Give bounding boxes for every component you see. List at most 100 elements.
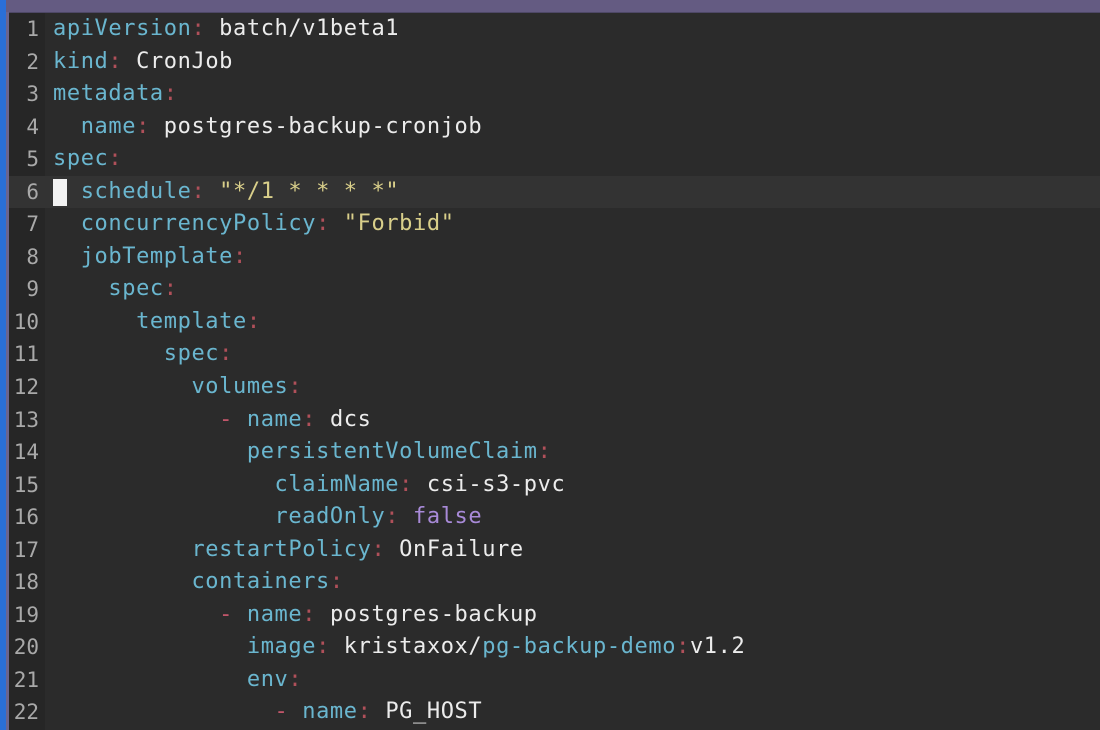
line-number: 3 xyxy=(26,82,39,107)
code-line[interactable]: 14 persistentVolumeClaim: xyxy=(9,436,1100,469)
code-text: kind: CronJob xyxy=(53,46,233,79)
window-title-bar xyxy=(0,0,1100,13)
yaml-value: PG_HOST xyxy=(371,699,483,725)
code-text: env: xyxy=(53,664,302,697)
yaml-key: env xyxy=(246,666,289,692)
yaml-colon: : xyxy=(163,81,178,107)
yaml-key: image xyxy=(246,634,317,660)
yaml-colon: : xyxy=(246,308,261,334)
yaml-colon: : xyxy=(302,601,317,627)
line-number: 14 xyxy=(13,440,39,465)
code-line[interactable]: 10 template: xyxy=(9,306,1100,339)
code-text: containers: xyxy=(53,566,344,599)
code-line[interactable]: 20 image: kristaxox/pg-backup-demo:v1.2 xyxy=(9,631,1100,664)
code-text: volumes: xyxy=(53,371,302,404)
line-number: 19 xyxy=(13,602,39,627)
line-number: 10 xyxy=(13,309,39,334)
code-line[interactable]: 2 kind: CronJob xyxy=(9,46,1100,79)
yaml-colon: : xyxy=(385,504,400,530)
yaml-value: CronJob xyxy=(122,48,234,74)
code-line[interactable]: 4 name: postgres-backup-cronjob xyxy=(9,111,1100,144)
yaml-key: concurrencyPolicy xyxy=(80,211,317,237)
yaml-colon: : xyxy=(399,471,413,497)
yaml-value: postgres-backup xyxy=(316,601,538,627)
line-number: 17 xyxy=(13,537,39,562)
code-text: jobTemplate: xyxy=(53,241,247,274)
yaml-key: schedule xyxy=(80,178,192,204)
code-line[interactable]: 21 env: xyxy=(9,664,1100,697)
code-line[interactable]: 15 claimName: csi-s3-pvc xyxy=(9,469,1100,502)
code-line[interactable]: 16 readOnly: false xyxy=(9,501,1100,534)
code-line[interactable]: 5 spec: xyxy=(9,143,1100,176)
yaml-value: OnFailure xyxy=(385,536,524,562)
code-text: - name: PG_HOST xyxy=(53,696,482,729)
yaml-key: volumes xyxy=(191,374,289,400)
line-number: 13 xyxy=(13,407,39,432)
code-line[interactable]: 18 containers: xyxy=(9,566,1100,599)
code-text: concurrencyPolicy: "Forbid" xyxy=(53,208,455,241)
yaml-value: false xyxy=(399,504,483,530)
line-number: 2 xyxy=(26,49,39,74)
yaml-key: apiVersion xyxy=(53,16,192,41)
yaml-key: readOnly xyxy=(274,504,386,530)
yaml-colon: : xyxy=(676,634,690,660)
line-number: 9 xyxy=(26,277,39,302)
yaml-key: spec xyxy=(163,341,220,367)
yaml-value-segment: pg-backup-demo xyxy=(482,634,677,660)
line-number: 20 xyxy=(13,635,39,660)
yaml-key: name xyxy=(80,113,137,139)
yaml-colon: : xyxy=(136,113,150,139)
yaml-colon: : xyxy=(108,48,123,74)
code-text: template: xyxy=(53,306,261,339)
code-line[interactable]: 6 schedule: "*/1 * * * *" xyxy=(9,175,1100,209)
yaml-value: batch/v1beta1 xyxy=(205,16,400,41)
code-text: metadata: xyxy=(53,78,178,111)
yaml-colon: : xyxy=(357,699,372,725)
yaml-colon: : xyxy=(219,341,234,367)
yaml-value: dcs xyxy=(316,406,372,432)
code-line[interactable]: 22 - name: PG_HOST xyxy=(9,696,1100,729)
code-lines[interactable]: 1 apiVersion: batch/v1beta1 2 kind: CronJob… xyxy=(9,13,1100,729)
yaml-key: jobTemplate xyxy=(80,243,233,269)
yaml-colon: : xyxy=(316,211,330,237)
yaml-key: name xyxy=(302,699,358,725)
code-text: - name: postgres-backup xyxy=(53,599,538,632)
line-number: 21 xyxy=(13,667,39,692)
yaml-key: containers xyxy=(191,569,330,595)
code-line[interactable]: 12 volumes: xyxy=(9,371,1100,404)
code-line[interactable]: 9 spec: xyxy=(9,273,1100,306)
line-number: 22 xyxy=(13,700,39,725)
code-text: persistentVolumeClaim: xyxy=(53,436,551,469)
line-number: 11 xyxy=(13,342,39,367)
yaml-key: restartPolicy xyxy=(191,536,372,562)
yaml-key: spec xyxy=(108,276,164,302)
code-line[interactable]: 11 spec: xyxy=(9,338,1100,371)
line-number: 5 xyxy=(26,147,39,172)
yaml-value: kristaxox/ xyxy=(329,634,483,660)
yaml-key: name xyxy=(246,601,303,627)
code-text: schedule: "*/1 * * * *" xyxy=(53,176,399,209)
code-text: spec: xyxy=(53,143,122,176)
code-line[interactable]: 13 - name: dcs xyxy=(9,404,1100,437)
yaml-value: "*/1 * * * *" xyxy=(205,178,400,204)
code-line[interactable]: 17 restartPolicy: OnFailure xyxy=(9,534,1100,567)
code-text: apiVersion: batch/v1beta1 xyxy=(53,13,399,46)
yaml-value: postgres-backup-cronjob xyxy=(149,113,483,139)
yaml-colon: : xyxy=(191,16,206,41)
code-text: readOnly: false xyxy=(53,501,482,534)
code-line[interactable]: 19 - name: postgres-backup xyxy=(9,599,1100,632)
code-text: spec: xyxy=(53,338,233,371)
yaml-colon: : xyxy=(191,178,206,204)
yaml-colon: : xyxy=(302,406,317,432)
code-line[interactable]: 1 apiVersion: batch/v1beta1 xyxy=(9,13,1100,46)
yaml-colon: : xyxy=(329,569,344,595)
code-line[interactable]: 7 concurrencyPolicy: "Forbid" xyxy=(9,208,1100,241)
yaml-colon: : xyxy=(288,666,303,692)
line-number: 1 xyxy=(26,17,39,41)
code-text: name: postgres-backup-cronjob xyxy=(53,111,482,144)
yaml-colon: : xyxy=(537,439,552,465)
yaml-list-dash: - xyxy=(219,601,247,627)
code-line[interactable]: 8 jobTemplate: xyxy=(9,241,1100,274)
code-text: spec: xyxy=(53,273,178,306)
code-line[interactable]: 3 metadata: xyxy=(9,78,1100,111)
